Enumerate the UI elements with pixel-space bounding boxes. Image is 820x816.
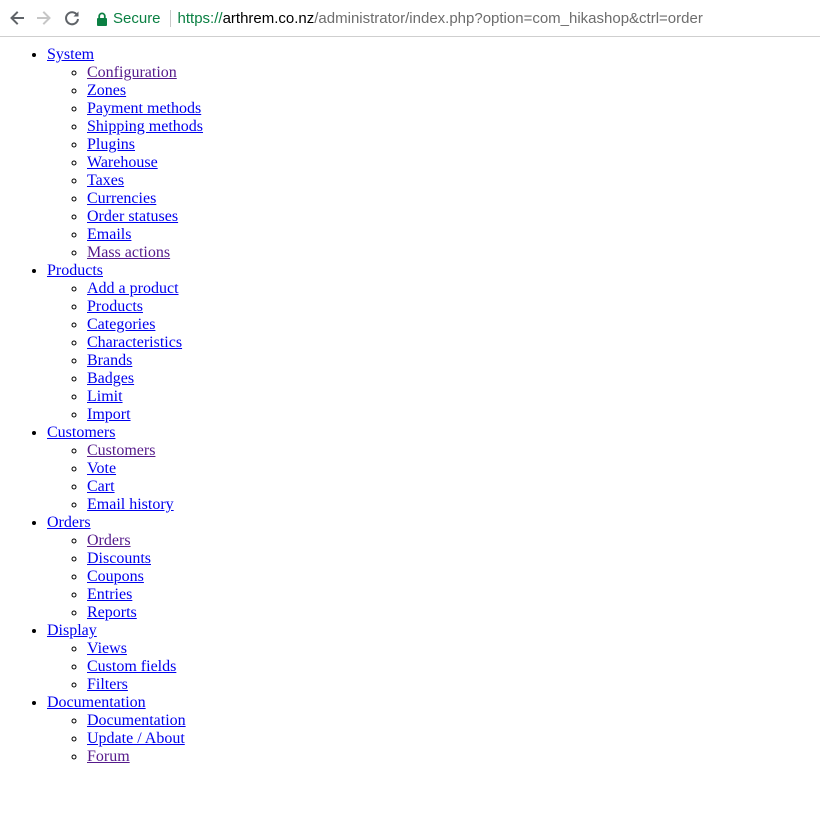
submenu-link[interactable]: Entries xyxy=(87,586,132,603)
menu-link-customers[interactable]: Customers xyxy=(47,424,115,441)
submenu-link[interactable]: Reports xyxy=(87,604,137,621)
submenu-link[interactable]: Payment methods xyxy=(87,100,201,117)
admin-menu: System Configuration Zones Payment metho… xyxy=(0,46,820,766)
submenu-link[interactable]: Characteristics xyxy=(87,334,182,351)
submenu-link[interactable]: Products xyxy=(87,298,143,315)
submenu-customers: Customers Vote Cart Email history xyxy=(47,442,820,514)
menu-link-orders[interactable]: Orders xyxy=(47,514,91,531)
arrow-right-icon xyxy=(35,9,53,27)
submenu-link[interactable]: Views xyxy=(87,640,127,657)
submenu-link[interactable]: Orders xyxy=(87,532,131,549)
menu-section: Documentation Documentation Update / Abo… xyxy=(47,694,820,766)
submenu-link[interactable]: Shipping methods xyxy=(87,118,203,135)
submenu-link[interactable]: Email history xyxy=(87,496,174,513)
submenu-products: Add a product Products Categories Charac… xyxy=(47,280,820,424)
submenu-system: Configuration Zones Payment methods Ship… xyxy=(47,64,820,262)
forward-button[interactable] xyxy=(33,7,55,29)
address-bar[interactable]: Secure https://arthrem.co.nz/administrat… xyxy=(90,4,820,33)
submenu-link[interactable]: Badges xyxy=(87,370,134,387)
submenu-link[interactable]: Order statuses xyxy=(87,208,178,225)
menu-section: System Configuration Zones Payment metho… xyxy=(47,46,820,262)
submenu-link[interactable]: Categories xyxy=(87,316,155,333)
submenu-link[interactable]: Currencies xyxy=(87,190,156,207)
submenu-link[interactable]: Zones xyxy=(87,82,126,99)
menu-section: Orders Orders Discounts Coupons Entries … xyxy=(47,514,820,622)
submenu-orders: Orders Discounts Coupons Entries Reports xyxy=(47,532,820,622)
menu-link-display[interactable]: Display xyxy=(47,622,97,639)
url-scheme: https:// xyxy=(177,10,223,27)
submenu-link[interactable]: Vote xyxy=(87,460,116,477)
url-path: /administrator/index.php?option=com_hika… xyxy=(314,10,703,27)
submenu-link[interactable]: Plugins xyxy=(87,136,135,153)
url-host: arthrem.co.nz xyxy=(222,10,315,27)
submenu-documentation: Documentation Update / About Forum xyxy=(47,712,820,766)
submenu-link[interactable]: Mass actions xyxy=(87,244,170,261)
submenu-link[interactable]: Import xyxy=(87,406,131,423)
menu-link-products[interactable]: Products xyxy=(47,262,103,279)
submenu-link[interactable]: Forum xyxy=(87,748,130,765)
submenu-link[interactable]: Discounts xyxy=(87,550,151,567)
submenu-link[interactable]: Documentation xyxy=(87,712,186,729)
submenu-link[interactable]: Warehouse xyxy=(87,154,158,171)
submenu-link[interactable]: Limit xyxy=(87,388,123,405)
browser-toolbar: Secure https://arthrem.co.nz/administrat… xyxy=(0,0,820,37)
submenu-link[interactable]: Custom fields xyxy=(87,658,176,675)
arrow-left-icon xyxy=(8,9,26,27)
menu-link-system[interactable]: System xyxy=(47,46,94,63)
lock-icon xyxy=(96,12,108,26)
address-separator xyxy=(169,10,171,27)
submenu-link[interactable]: Update / About xyxy=(87,730,185,747)
submenu-link[interactable]: Add a product xyxy=(87,280,179,297)
submenu-link[interactable]: Filters xyxy=(87,676,128,693)
menu-section: Customers Customers Vote Cart Email hist… xyxy=(47,424,820,514)
submenu-link[interactable]: Coupons xyxy=(87,568,144,585)
menu-section: Products Add a product Products Categori… xyxy=(47,262,820,424)
back-button[interactable] xyxy=(6,7,28,29)
submenu-link[interactable]: Configuration xyxy=(87,64,177,81)
reload-button[interactable] xyxy=(61,7,83,29)
menu-link-documentation[interactable]: Documentation xyxy=(47,694,146,711)
reload-icon xyxy=(63,9,81,27)
menu-section: Display Views Custom fields Filters xyxy=(47,622,820,694)
submenu-link[interactable]: Emails xyxy=(87,226,131,243)
submenu-link[interactable]: Taxes xyxy=(87,172,124,189)
submenu-link[interactable]: Cart xyxy=(87,478,115,495)
submenu-link[interactable]: Brands xyxy=(87,352,132,369)
submenu-link[interactable]: Customers xyxy=(87,442,155,459)
submenu-display: Views Custom fields Filters xyxy=(47,640,820,694)
secure-label: Secure xyxy=(113,10,161,27)
